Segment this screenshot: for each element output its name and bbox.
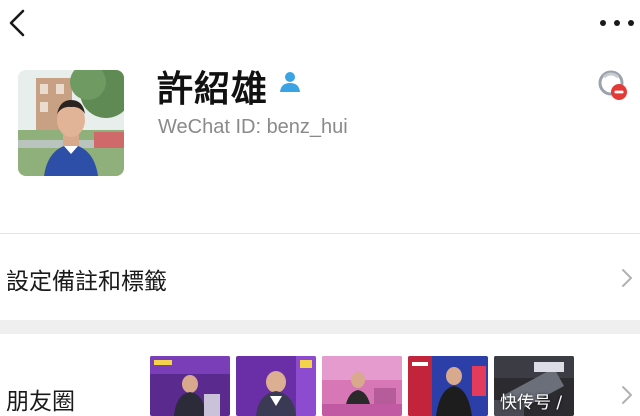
contact-name: 許紹雄 [157, 69, 269, 110]
remark-tags-label: 設定備註和標籤 [6, 269, 167, 295]
chevron-right-icon [622, 386, 632, 404]
chevron-left-icon [9, 9, 25, 37]
profile-card: 許紹雄 WeChat ID: benz_hui [0, 50, 640, 233]
moments-thumbnail[interactable] [150, 356, 230, 416]
more-dot-icon [628, 20, 634, 26]
wechat-id-label: WeChat ID: [158, 116, 261, 138]
more-dot-icon [600, 20, 606, 26]
remark-tags-row[interactable]: 設定備註和標籤 [0, 234, 640, 320]
top-bar [0, 0, 640, 50]
moments-label: 朋友圈 [6, 389, 75, 415]
section-gap [0, 320, 640, 334]
more-dot-icon [614, 20, 620, 26]
moments-thumbnail[interactable] [236, 356, 316, 416]
avatar[interactable] [18, 70, 124, 176]
chevron-right-icon [622, 269, 632, 287]
wechat-id-value: benz_hui [266, 116, 348, 138]
watermark-text: 快传号 / [500, 393, 563, 413]
blocked-contact-icon[interactable] [596, 68, 630, 102]
user-silhouette-icon [280, 72, 300, 92]
wechat-id: WeChat ID: benz_hui [158, 116, 348, 139]
more-options-button[interactable] [600, 16, 634, 30]
moments-thumbnail[interactable] [408, 356, 488, 416]
avatar-photo [18, 70, 124, 176]
moments-thumbnail[interactable] [322, 356, 402, 416]
back-button[interactable] [6, 8, 28, 38]
